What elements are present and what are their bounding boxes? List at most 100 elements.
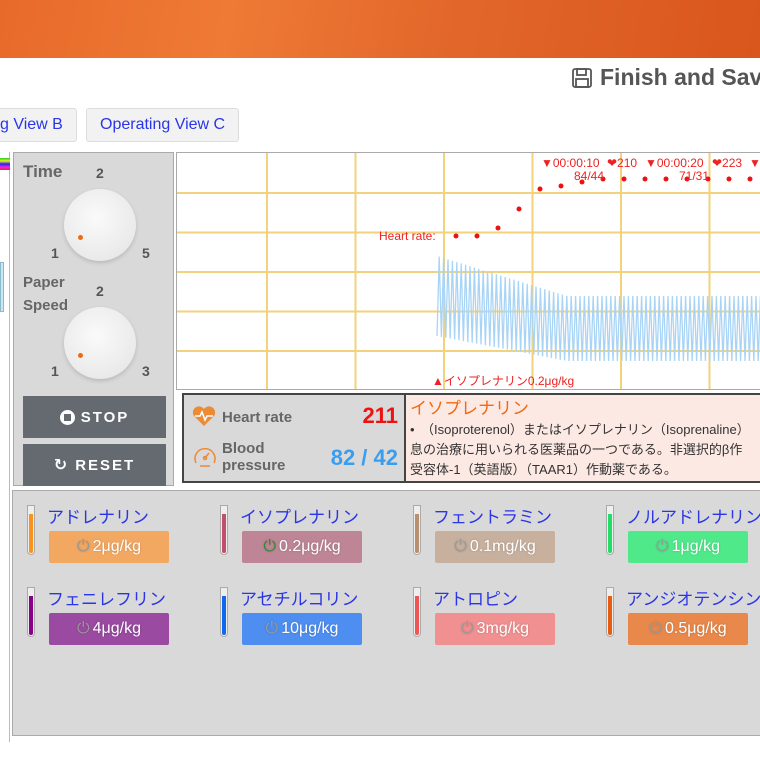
power-icon: ⏻ — [263, 538, 276, 555]
power-icon: ⏻ — [460, 620, 474, 637]
blood-pressure-value: 82 / 42 — [330, 445, 398, 470]
save-icon — [572, 67, 592, 88]
speed-tick-1: 1 — [51, 363, 59, 379]
drug-panel: アドレナリン ⏻ 2μg/kg イソプレナリン ⏻ 0.2μg/kg フェントラミン… — [12, 490, 760, 736]
drug-name[interactable]: イソプレナリン — [240, 503, 359, 528]
drug-name[interactable]: ノルアドレナリン — [626, 503, 760, 528]
test-tube-icon — [413, 505, 421, 555]
drug-dose-button[interactable]: ⏻ 10μg/kg — [242, 613, 362, 645]
test-tube-icon — [413, 587, 421, 637]
drug-dose-button[interactable]: ⏻ 0.5μg/kg — [628, 613, 748, 645]
test-tube-icon — [606, 587, 614, 637]
blood-pressure-gauge-icon — [194, 447, 216, 467]
heart-rate-dot — [726, 176, 732, 182]
drug-dose-button[interactable]: ⏻ 0.1mg/kg — [435, 531, 555, 563]
description-line: • （Isoproterenol）またはイソプレナリン（Isoprenaline… — [410, 422, 750, 437]
vitals-panel: Heart rate 211 Blood pressure 82 / 42 — [184, 395, 406, 481]
time-marker: ▼00:00:10 — [541, 156, 600, 170]
heart-rate-dot — [495, 225, 501, 231]
heart-rate-dot — [663, 176, 669, 182]
heart-rate-dot — [453, 233, 459, 239]
description-line: 息の治療に用いられる医薬品の一つである。非選択的β作 — [410, 442, 743, 457]
drug-event-marker: ▲イソプレナリン0.2μg/kg — [432, 374, 574, 388]
drug-dose: 1μg/kg — [671, 538, 720, 555]
paper-speed-label-2: Speed — [23, 297, 69, 314]
speed-tick-3: 3 — [142, 363, 150, 379]
drug-name[interactable]: アトロピン — [433, 585, 518, 610]
drug-dose-button[interactable]: ⏻ 2μg/kg — [49, 531, 169, 563]
power-icon: ⏻ — [649, 620, 662, 637]
drug-dose: 0.1mg/kg — [469, 538, 536, 555]
time-knob[interactable] — [64, 189, 136, 261]
knob-indicator — [78, 353, 83, 358]
drug-name[interactable]: アドレナリン — [47, 503, 149, 528]
reset-button[interactable]: ↻ RESET — [23, 444, 166, 486]
drug-dose-button[interactable]: ⏻ 4μg/kg — [49, 613, 169, 645]
power-icon: ⏻ — [76, 538, 90, 555]
finish-and-save-button[interactable]: Finish and Sav — [570, 64, 760, 91]
drug-name[interactable]: フェニレフリン — [47, 585, 166, 610]
test-tube-icon — [27, 587, 35, 637]
info-panel: Heart rate 211 Blood pressure 82 / 42 イソ… — [182, 393, 760, 483]
drug-item: ノルアドレナリン ⏻ 1μg/kg — [606, 503, 760, 573]
bp-annotation: 84/44 — [574, 169, 604, 183]
heart-rate-dot — [621, 176, 627, 182]
drug-name[interactable]: アセチルコリン — [240, 585, 358, 610]
heart-rate-dot — [474, 233, 480, 239]
tab-operating-view-c[interactable]: Operating View C — [86, 108, 240, 142]
test-tube-icon — [220, 587, 228, 637]
paper-speed-knob[interactable] — [64, 307, 136, 379]
time-marker: ❤210 — [607, 156, 637, 170]
reset-icon: ↻ — [53, 457, 70, 474]
drug-dose-button[interactable]: ⏻ 3mg/kg — [435, 613, 555, 645]
test-tube-icon — [606, 505, 614, 555]
description-title: イソプレナリン — [410, 399, 529, 418]
heart-rate-icon — [192, 406, 216, 426]
description-line: 受容体-1（英語版）（TAAR1）作動薬である。 — [410, 462, 677, 477]
heart-rate-dot — [558, 183, 564, 189]
drug-dose-button[interactable]: ⏻ 0.2μg/kg — [242, 531, 362, 563]
heart-rate-dot — [747, 176, 753, 182]
heart-rate-value: 211 — [362, 403, 399, 428]
time-marker: ▼0 — [749, 156, 760, 170]
time-tick-1: 1 — [51, 245, 59, 261]
monitor-svg: Heart rate: ▼00:00:10 ❤210 ▼00:00:20 ❤223 ▼0 8… — [177, 153, 760, 389]
heart-rate-axis-label: Heart rate: — [379, 229, 436, 243]
control-panel: Time 2 1 5 Paper Speed 2 1 3 STOP ↻ RESE… — [13, 152, 174, 486]
time-tick-5: 5 — [142, 245, 150, 261]
drug-dose: 4μg/kg — [92, 620, 141, 637]
test-tube-icon — [220, 505, 228, 555]
heart-rate-label: Heart rate — [222, 409, 293, 426]
time-marker: ▼00:00:20 — [645, 156, 704, 170]
drug-item: アトロピン ⏻ 3mg/kg — [413, 585, 603, 655]
bp-annotation: 71/31 — [679, 169, 709, 183]
time-marker: ❤223 — [712, 156, 742, 170]
drug-name[interactable]: フェントラミン — [433, 503, 552, 528]
monitor-chart: Heart rate: ▼00:00:10 ❤210 ▼00:00:20 ❤223 ▼0 8… — [176, 152, 760, 390]
tab-operating-view-b[interactable]: g View B — [0, 108, 77, 142]
time-label: Time — [23, 162, 63, 181]
knob-indicator — [78, 235, 83, 240]
power-icon: ⏻ — [76, 620, 90, 637]
drug-description: イソプレナリン • （Isoproterenol）またはイソプレナリン（Isop… — [406, 395, 760, 481]
power-icon: ⏻ — [265, 620, 279, 637]
drug-name[interactable]: アンジオテンシン — [626, 585, 760, 610]
blood-pressure-label-2: pressure — [222, 457, 286, 474]
speed-tick-2: 2 — [96, 283, 104, 299]
heart-rate-dot — [516, 206, 522, 212]
drug-item: イソプレナリン ⏻ 0.2μg/kg — [220, 503, 410, 573]
drug-item: フェントラミン ⏻ 0.1mg/kg — [413, 503, 603, 573]
heart-rate-dot — [537, 186, 543, 192]
drug-dose: 10μg/kg — [281, 620, 339, 637]
power-icon: ⏻ — [454, 538, 467, 555]
drug-dose-button[interactable]: ⏻ 1μg/kg — [628, 531, 748, 563]
drug-item: アドレナリン ⏻ 2μg/kg — [27, 503, 217, 573]
blood-pressure-label: Blood — [222, 440, 265, 457]
stop-label: STOP — [80, 408, 130, 426]
drug-item: アンジオテンシン ⏻ 0.5μg/kg — [606, 585, 760, 655]
stop-button[interactable]: STOP — [23, 396, 166, 438]
header-banner — [0, 0, 760, 58]
drug-dose: 0.2μg/kg — [278, 538, 341, 555]
paper-speed-label: Paper — [23, 274, 65, 291]
drug-item: フェニレフリン ⏻ 4μg/kg — [27, 585, 217, 655]
